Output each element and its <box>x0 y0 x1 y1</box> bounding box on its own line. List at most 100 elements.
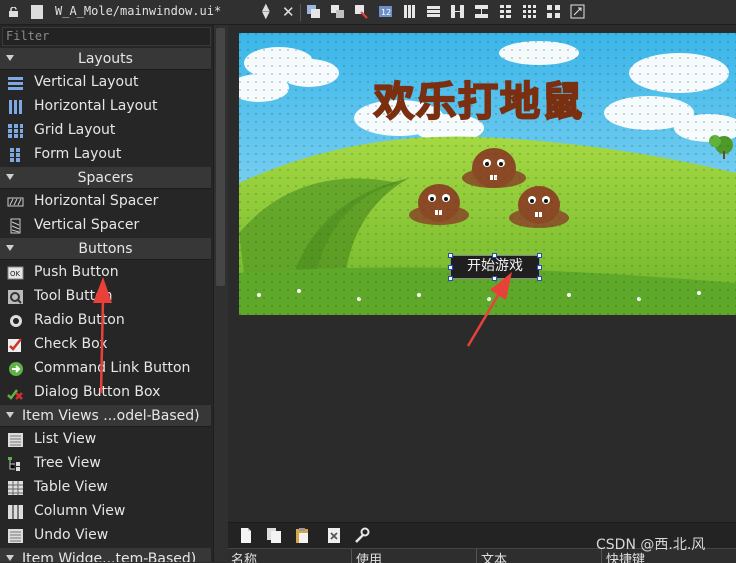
layout-grid-icon[interactable] <box>522 4 537 19</box>
category-buttons[interactable]: Buttons <box>0 238 211 260</box>
layout-splitter-horizontal-icon[interactable] <box>450 4 465 19</box>
widget-item-column-view[interactable]: Column View <box>0 500 211 524</box>
configure-action-icon[interactable] <box>354 527 370 544</box>
widget-item-tree-view[interactable]: Tree View <box>0 452 211 476</box>
item-label: Horizontal Layout <box>34 98 158 114</box>
item-label: Undo View <box>34 527 109 543</box>
layout-vertically-icon[interactable] <box>426 4 441 19</box>
delete-action-icon[interactable] <box>326 527 342 544</box>
widget-item-dialog-button-box[interactable]: Dialog Button Box <box>0 381 211 405</box>
scrollbar-thumb[interactable] <box>216 28 225 286</box>
category-layouts[interactable]: Layouts <box>0 48 211 70</box>
ui-file-icon <box>31 5 43 19</box>
widget-item-vertical-spacer[interactable]: Vertical Spacer <box>0 214 211 238</box>
form-layout-icon <box>10 148 20 162</box>
item-label: Column View <box>34 503 126 519</box>
item-label: Vertical Spacer <box>34 217 140 233</box>
horizontal-layout-icon <box>9 100 22 114</box>
widget-item-grid-layout[interactable]: Grid Layout <box>0 119 211 143</box>
vertical-layout-icon <box>8 77 23 90</box>
item-label: Tool Button <box>34 288 113 304</box>
item-label: Vertical Layout <box>34 74 139 90</box>
widget-item-radio-button[interactable]: Radio Button <box>0 309 211 333</box>
widget-item-horizontal-spacer[interactable]: Horizontal Spacer <box>0 190 211 214</box>
svg-text:12: 12 <box>381 8 391 17</box>
edit-buddies-icon[interactable] <box>354 4 369 19</box>
break-layout-icon[interactable] <box>546 4 561 19</box>
edit-tab-order-icon[interactable]: 12 <box>378 4 393 19</box>
edit-widgets-icon[interactable] <box>306 4 321 19</box>
copy-action-icon[interactable] <box>266 527 282 544</box>
document-dropdown-icon[interactable]: ▲ ▼ <box>262 3 270 21</box>
category-label: Item Views ...odel-Based) <box>22 408 200 424</box>
horizontal-spacer-icon <box>7 197 24 207</box>
selection-handle[interactable] <box>537 276 542 281</box>
column-header-name[interactable]: 名称 <box>231 549 257 563</box>
selection-handle[interactable] <box>492 276 497 281</box>
grid-layout-icon <box>8 124 23 138</box>
widget-item-undo-view[interactable]: Undo View <box>0 524 211 548</box>
layout-horizontally-icon[interactable] <box>402 4 417 19</box>
game-title-logo: 欢乐打地鼠 <box>373 78 584 126</box>
command-link-icon <box>9 362 23 376</box>
paste-action-icon[interactable] <box>294 527 310 544</box>
selection-handle[interactable] <box>448 253 453 258</box>
tool-button-icon <box>8 290 23 304</box>
unlock-icon[interactable] <box>9 7 18 17</box>
item-label: Tree View <box>34 455 101 471</box>
toolbar-divider <box>300 4 301 21</box>
selection-handle[interactable] <box>448 265 453 270</box>
item-label: Form Layout <box>34 146 122 162</box>
item-label: Radio Button <box>34 312 125 328</box>
widget-item-tool-button[interactable]: Tool Button <box>0 285 211 309</box>
collapse-arrow-icon[interactable] <box>6 412 14 418</box>
widget-filter-input[interactable]: Filter <box>2 27 211 46</box>
category-item-views[interactable]: Item Views ...odel-Based) <box>0 405 211 427</box>
list-view-icon <box>8 433 23 447</box>
category-label: Buttons <box>78 241 133 257</box>
column-divider[interactable] <box>351 549 352 563</box>
widget-item-check-box[interactable]: Check Box <box>0 333 211 357</box>
item-label: Check Box <box>34 336 108 352</box>
undo-view-icon <box>8 529 23 543</box>
selection-handle[interactable] <box>537 253 542 258</box>
column-divider[interactable] <box>476 549 477 563</box>
item-label: Horizontal Spacer <box>34 193 159 209</box>
widget-box-panel: Filter Layouts Vertical Layout Horizonta… <box>0 25 213 562</box>
collapse-arrow-icon[interactable] <box>6 555 14 561</box>
csdn-watermark: CSDN @西.北.风 <box>596 537 706 553</box>
widget-item-vertical-layout[interactable]: Vertical Layout <box>0 71 211 95</box>
item-label: List View <box>34 431 97 447</box>
layout-form-icon[interactable] <box>498 4 513 19</box>
item-label: Push Button <box>34 264 119 280</box>
layout-splitter-vertical-icon[interactable] <box>474 4 489 19</box>
category-item-widgets[interactable]: Item Widge...tem-Based) <box>0 548 211 562</box>
designer-toolbar: W_A_Mole/mainwindow.ui* ▲ ▼ ✕ 12 <box>0 0 736 25</box>
category-spacers[interactable]: Spacers <box>0 167 211 189</box>
widget-item-list-view[interactable]: List View <box>0 428 211 452</box>
adjust-size-icon[interactable] <box>570 4 585 19</box>
widget-item-command-link-button[interactable]: Command Link Button <box>0 357 211 381</box>
close-document-icon[interactable]: ✕ <box>282 3 295 21</box>
category-label: Layouts <box>78 51 133 67</box>
selection-handle[interactable] <box>537 265 542 270</box>
vertical-spacer-icon <box>10 218 21 234</box>
document-selector[interactable]: W_A_Mole/mainwindow.ui* <box>55 4 221 18</box>
svg-text:OK: OK <box>10 270 21 278</box>
widget-item-push-button[interactable]: OK Push Button <box>0 261 211 285</box>
widget-item-form-layout[interactable]: Form Layout <box>0 143 211 167</box>
new-action-icon[interactable] <box>238 527 254 544</box>
item-label: Table View <box>34 479 108 495</box>
selection-handle[interactable] <box>492 253 497 258</box>
widget-item-table-view[interactable]: Table View <box>0 476 211 500</box>
selection-handle[interactable] <box>448 276 453 281</box>
category-label: Spacers <box>77 170 134 186</box>
item-label: Grid Layout <box>34 122 116 138</box>
column-header-used[interactable]: 使用 <box>356 549 382 563</box>
item-label: Command Link Button <box>34 360 191 376</box>
column-header-text[interactable]: 文本 <box>481 549 507 563</box>
category-label: Item Widge...tem-Based) <box>22 551 197 562</box>
widget-item-horizontal-layout[interactable]: Horizontal Layout <box>0 95 211 119</box>
edit-signals-slots-icon[interactable] <box>330 4 345 19</box>
widget-box-scrollbar[interactable] <box>213 25 228 562</box>
